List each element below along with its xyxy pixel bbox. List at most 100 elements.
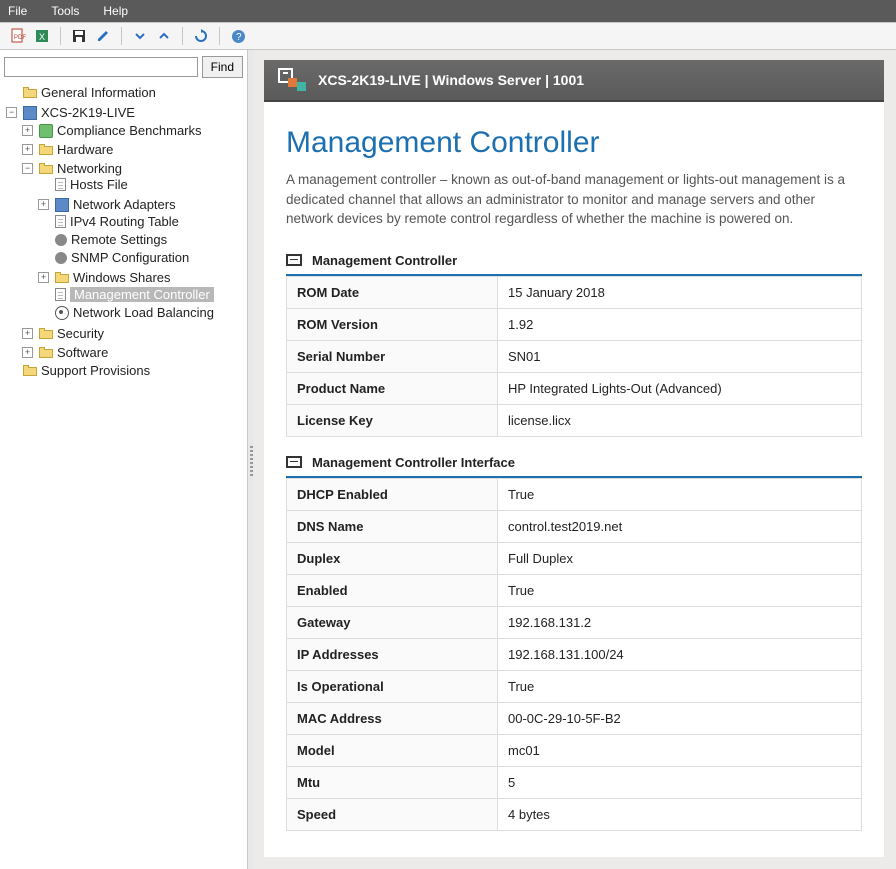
prop-key: Model [287, 734, 498, 766]
save-icon[interactable] [69, 26, 89, 46]
tree-label: Network Load Balancing [73, 305, 214, 320]
tree-software[interactable]: +Software [20, 345, 110, 360]
tree-support-provisions[interactable]: Support Provisions [4, 363, 152, 378]
tree-label: Networking [57, 161, 122, 176]
section-title: Management Controller Interface [312, 455, 515, 470]
table-row: DuplexFull Duplex [287, 542, 862, 574]
tree-networking[interactable]: − Networking [20, 161, 124, 176]
page-title: Management Controller [286, 126, 862, 160]
tree-ipv4-routing[interactable]: IPv4 Routing Table [36, 214, 181, 229]
expand-icon[interactable]: + [22, 125, 33, 136]
folder-icon [23, 87, 37, 98]
expand-icon[interactable]: + [22, 347, 33, 358]
prop-value: mc01 [498, 734, 862, 766]
content-area: XCS-2K19-LIVE | Windows Server | 1001 Ma… [254, 50, 896, 869]
gear-icon [55, 234, 67, 246]
section-header: Management Controller Interface [286, 449, 862, 478]
tree-management-controller[interactable]: Management Controller [36, 287, 216, 302]
adapter-icon [55, 198, 69, 212]
tree-label: SNMP Configuration [71, 250, 189, 265]
sidebar: Find General Information − [0, 50, 248, 869]
tree-security[interactable]: + Security [20, 326, 106, 341]
tree-label: Security [57, 326, 104, 341]
expand-icon[interactable]: + [38, 199, 49, 210]
edit-icon[interactable] [93, 26, 113, 46]
gear-icon [55, 252, 67, 264]
prop-value: control.test2019.net [498, 510, 862, 542]
prop-key: ROM Date [287, 276, 498, 308]
help-icon[interactable]: ? [228, 26, 248, 46]
tree-label: Hosts File [70, 177, 128, 192]
breadcrumb: XCS-2K19-LIVE | Windows Server | 1001 [264, 60, 884, 102]
tree-hosts-file[interactable]: Hosts File [36, 177, 130, 192]
svg-text:PDF: PDF [14, 35, 26, 41]
search-input[interactable] [4, 57, 198, 77]
prop-key: Enabled [287, 574, 498, 606]
prop-value: 15 January 2018 [498, 276, 862, 308]
prop-value: 1.92 [498, 308, 862, 340]
export-pdf-icon[interactable]: PDF [8, 26, 28, 46]
prop-value: license.licx [498, 404, 862, 436]
prop-key: Mtu [287, 766, 498, 798]
prop-key: MAC Address [287, 702, 498, 734]
svg-text:X: X [39, 32, 45, 42]
expand-icon[interactable]: + [22, 328, 33, 339]
prop-value: 192.168.131.100/24 [498, 638, 862, 670]
svg-text:?: ? [236, 32, 242, 43]
collapse-icon[interactable]: − [22, 163, 33, 174]
menu-help[interactable]: Help [103, 4, 128, 18]
menu-file[interactable]: File [8, 4, 27, 18]
prop-value: 5 [498, 766, 862, 798]
app-frame: File Tools Help PDF X ? [0, 0, 896, 869]
breadcrumb-text: XCS-2K19-LIVE | Windows Server | 1001 [318, 72, 584, 88]
folder-open-icon [39, 163, 53, 174]
chevron-up-icon[interactable] [154, 26, 174, 46]
folder-icon [39, 144, 53, 155]
tree-windows-shares[interactable]: +Windows Shares [36, 270, 173, 285]
refresh-icon[interactable] [191, 26, 211, 46]
check-icon [39, 124, 53, 138]
table-row: Is OperationalTrue [287, 670, 862, 702]
export-excel-icon[interactable]: X [32, 26, 52, 46]
prop-key: Is Operational [287, 670, 498, 702]
tree-snmp-config[interactable]: SNMP Configuration [36, 250, 191, 265]
tree-nlb[interactable]: Network Load Balancing [36, 305, 216, 320]
table-row: ROM Version1.92 [287, 308, 862, 340]
table-row: DNS Namecontrol.test2019.net [287, 510, 862, 542]
tree-network-adapters[interactable]: + Network Adapters [36, 197, 178, 212]
server-logo-icon [278, 68, 306, 92]
prop-value: True [498, 670, 862, 702]
folder-icon [39, 347, 53, 358]
menu-bar: File Tools Help [0, 0, 896, 22]
expand-icon[interactable]: + [22, 144, 33, 155]
table-row: MAC Address00-0C-29-10-5F-B2 [287, 702, 862, 734]
section-title: Management Controller [312, 253, 457, 268]
prop-key: ROM Version [287, 308, 498, 340]
collapse-icon[interactable]: − [6, 107, 17, 118]
tree-host-root[interactable]: − XCS-2K19-LIVE [4, 105, 137, 120]
tree-label: Remote Settings [71, 232, 167, 247]
tree-hardware[interactable]: + Hardware [20, 142, 115, 157]
folder-icon [23, 365, 37, 376]
expand-icon[interactable]: + [38, 272, 49, 283]
tree-remote-settings[interactable]: Remote Settings [36, 232, 169, 247]
find-button[interactable]: Find [202, 56, 243, 78]
tree-label: IPv4 Routing Table [70, 214, 179, 229]
prop-value: 4 bytes [498, 798, 862, 830]
tree-compliance[interactable]: +Compliance Benchmarks [20, 123, 204, 138]
file-icon [55, 178, 66, 191]
table-row: Product NameHP Integrated Lights-Out (Ad… [287, 372, 862, 404]
menu-tools[interactable]: Tools [51, 4, 79, 18]
section-header: Management Controller [286, 247, 862, 276]
prop-value: 00-0C-29-10-5F-B2 [498, 702, 862, 734]
tree-label: Network Adapters [73, 197, 176, 212]
folder-icon [39, 328, 53, 339]
table-row: Modelmc01 [287, 734, 862, 766]
table-row: EnabledTrue [287, 574, 862, 606]
folder-icon [55, 272, 69, 283]
prop-value: SN01 [498, 340, 862, 372]
chevron-down-icon[interactable] [130, 26, 150, 46]
tree-general-information[interactable]: General Information [4, 85, 158, 100]
properties-table: DHCP EnabledTrueDNS Namecontrol.test2019… [286, 478, 862, 831]
tree-label: Hardware [57, 142, 113, 157]
